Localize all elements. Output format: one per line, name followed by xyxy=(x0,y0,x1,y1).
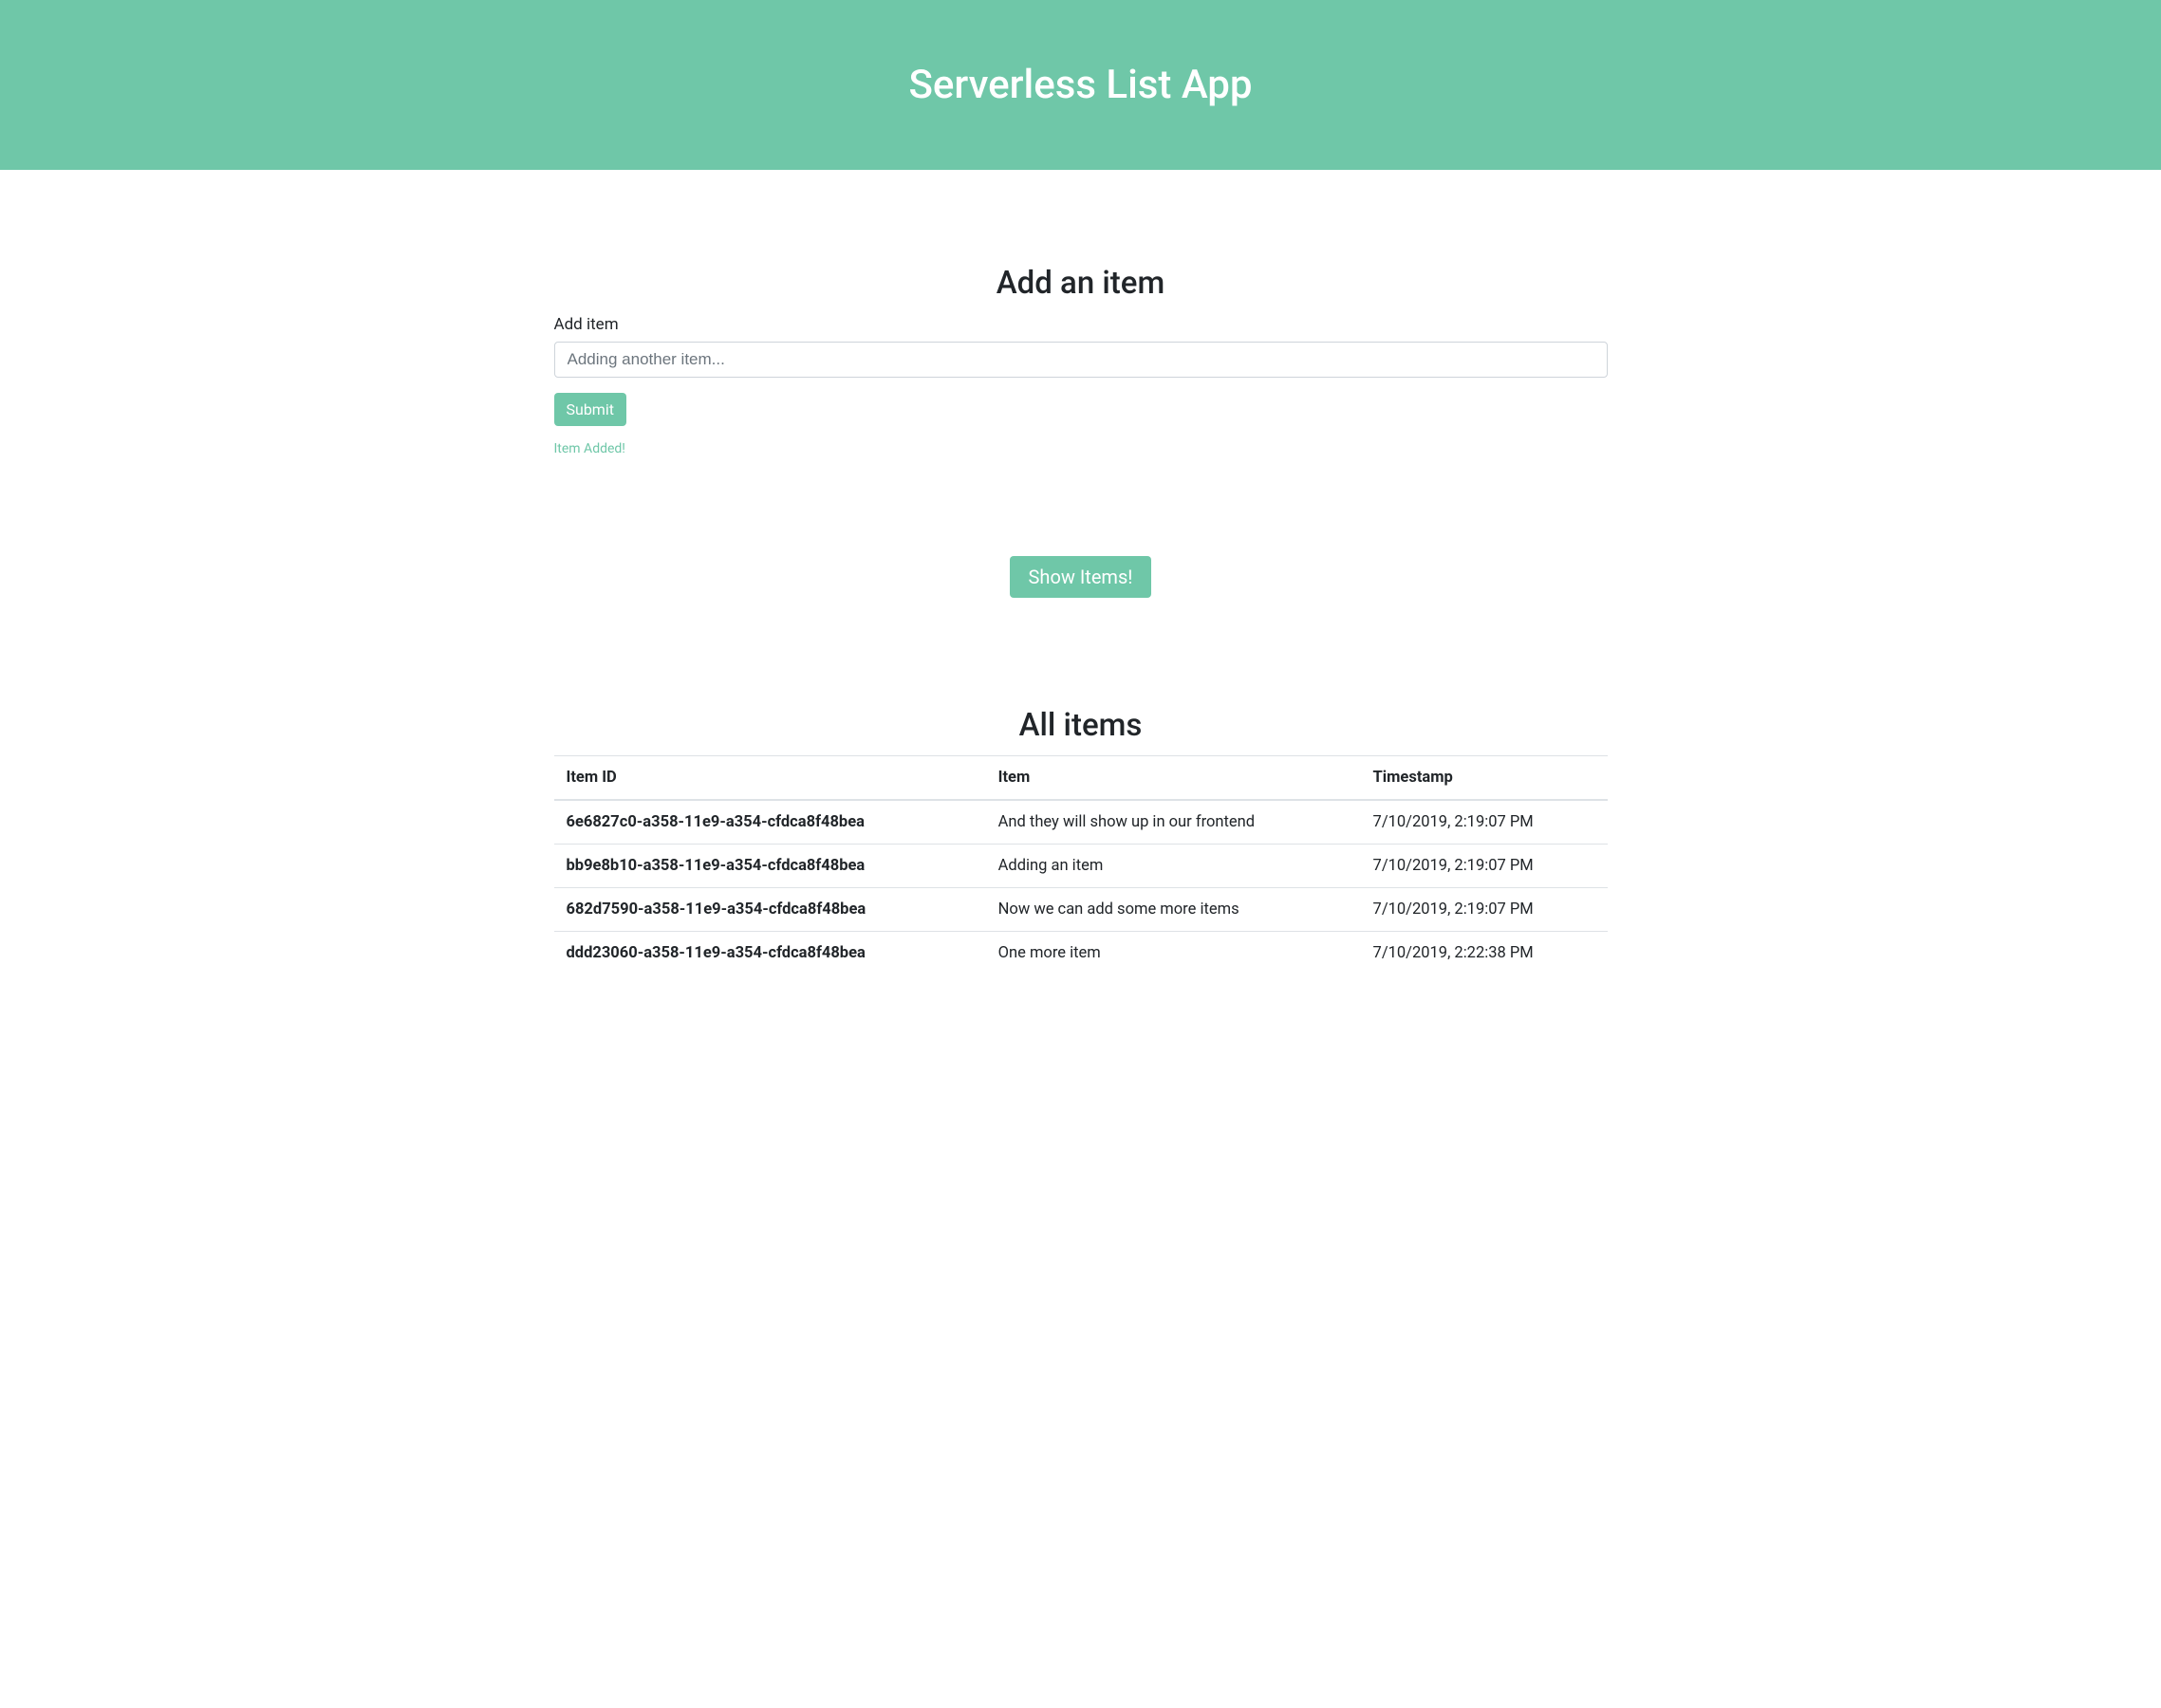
app-title: Serverless List App xyxy=(19,62,2142,108)
all-items-section: All items Item ID Item Timestamp 6e6827c… xyxy=(554,707,1608,975)
app-header: Serverless List App xyxy=(0,0,2161,170)
item-text-cell: Adding an item xyxy=(986,845,1361,888)
item-timestamp-cell: 7/10/2019, 2:19:07 PM xyxy=(1361,845,1608,888)
table-row: bb9e8b10-a358-11e9-a354-cfdca8f48beaAddi… xyxy=(554,845,1608,888)
column-header-timestamp: Timestamp xyxy=(1361,756,1608,801)
status-message: Item Added! xyxy=(554,441,1608,456)
item-id-cell: ddd23060-a358-11e9-a354-cfdca8f48bea xyxy=(554,932,986,975)
column-header-id: Item ID xyxy=(554,756,986,801)
show-items-section: Show Items! xyxy=(554,556,1608,598)
table-row: 6e6827c0-a358-11e9-a354-cfdca8f48beaAnd … xyxy=(554,800,1608,845)
add-item-section: Add an item Add item Submit Item Added! xyxy=(554,265,1608,456)
item-timestamp-cell: 7/10/2019, 2:19:07 PM xyxy=(1361,888,1608,932)
add-item-heading: Add an item xyxy=(554,265,1608,302)
add-item-input[interactable] xyxy=(554,342,1608,378)
column-header-item: Item xyxy=(986,756,1361,801)
item-id-cell: bb9e8b10-a358-11e9-a354-cfdca8f48bea xyxy=(554,845,986,888)
all-items-heading: All items xyxy=(554,707,1608,744)
item-timestamp-cell: 7/10/2019, 2:19:07 PM xyxy=(1361,800,1608,845)
item-id-cell: 682d7590-a358-11e9-a354-cfdca8f48bea xyxy=(554,888,986,932)
show-items-button[interactable]: Show Items! xyxy=(1010,556,1152,598)
item-timestamp-cell: 7/10/2019, 2:22:38 PM xyxy=(1361,932,1608,975)
submit-button[interactable]: Submit xyxy=(554,393,626,426)
add-item-label: Add item xyxy=(554,315,1608,334)
item-text-cell: Now we can add some more items xyxy=(986,888,1361,932)
item-id-cell: 6e6827c0-a358-11e9-a354-cfdca8f48bea xyxy=(554,800,986,845)
item-text-cell: One more item xyxy=(986,932,1361,975)
items-table: Item ID Item Timestamp 6e6827c0-a358-11e… xyxy=(554,755,1608,975)
item-text-cell: And they will show up in our frontend xyxy=(986,800,1361,845)
table-row: ddd23060-a358-11e9-a354-cfdca8f48beaOne … xyxy=(554,932,1608,975)
table-row: 682d7590-a358-11e9-a354-cfdca8f48beaNow … xyxy=(554,888,1608,932)
